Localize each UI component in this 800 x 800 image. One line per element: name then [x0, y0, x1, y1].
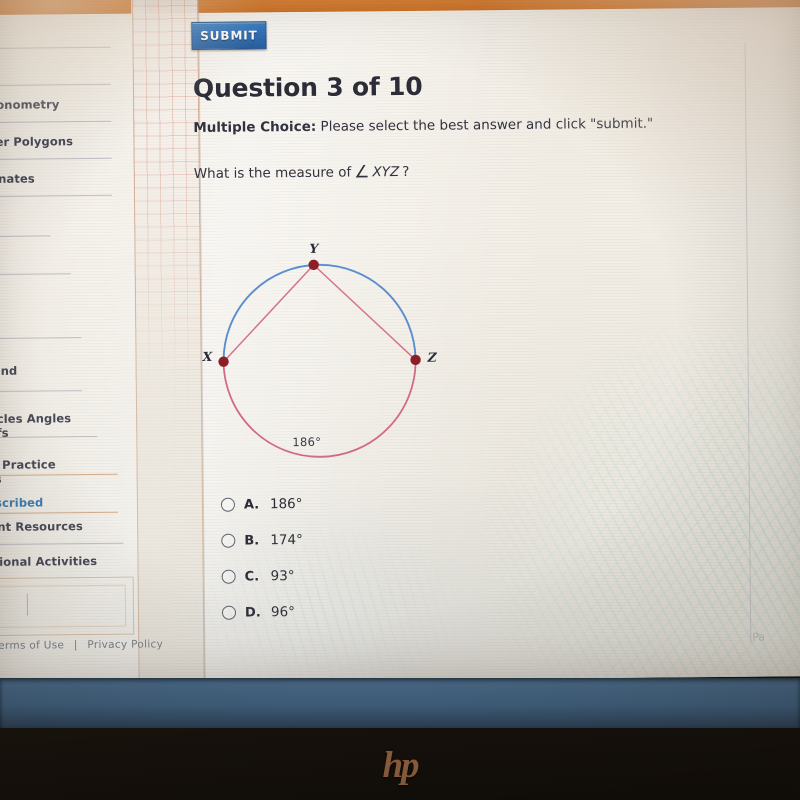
laptop-screen: …ofs …nd Trigonometry …nd Other Polygons… [0, 0, 800, 684]
sidebar-divider [0, 542, 124, 546]
question-instruction: Multiple Choice: Please select the best … [193, 116, 653, 136]
radio-button-icon[interactable] [220, 497, 236, 512]
sidebar-item-additional-activities[interactable]: …: Additional Activities [0, 553, 132, 570]
footer-separator: | [73, 639, 78, 652]
sidebar-panel-inner [0, 584, 127, 629]
point-label-y: Y [309, 240, 319, 256]
privacy-policy-link[interactable]: Privacy Policy [87, 638, 163, 651]
sidebar-item-coordinates[interactable]: … Coordinates [0, 171, 128, 187]
sidebar-item-circle[interactable]: …rcle? [0, 208, 128, 224]
point-x [218, 356, 229, 367]
circle-diagram-svg [218, 259, 421, 458]
option-a[interactable]: A. 186° [220, 493, 303, 516]
hp-logo-text: hp [382, 744, 419, 786]
sidebar-item-label: …nd Trigonometry [0, 97, 60, 113]
os-taskbar [0, 678, 800, 728]
point-label-x: X [202, 348, 213, 364]
sidebar-item-trigonometry[interactable]: …nd Trigonometry [0, 97, 127, 113]
radio-button-icon[interactable] [221, 569, 236, 584]
page-title: Question 3 of 10 [192, 71, 423, 104]
minor-arc-path [222, 263, 417, 362]
instruction-text: Please select the best answer and click … [320, 115, 654, 135]
instruction-type-label: Multiple Choice: [193, 118, 317, 137]
sidebar-item-label: …: Additional Activities [0, 553, 98, 570]
option-letter: A. [243, 496, 260, 513]
chord-yz [313, 264, 417, 361]
sidebar-item-student-resources[interactable]: … Student Resources [0, 519, 131, 535]
sidebar-item-label: …nd Other Polygons [0, 134, 74, 150]
radio-button-icon[interactable] [221, 533, 236, 548]
prompt-question-mark: ? [402, 163, 410, 181]
sidebar-divider [0, 83, 111, 87]
option-letter: B. [244, 532, 260, 549]
option-value: 174° [270, 531, 303, 549]
brand-logo: hp [0, 735, 800, 795]
course-sidebar: …ofs …nd Trigonometry …nd Other Polygons… [0, 15, 138, 646]
sidebar-divider [0, 194, 112, 198]
sidebar-divider [0, 157, 112, 161]
option-letter: D. [244, 604, 261, 621]
sidebar-item-polygons[interactable]: …nd Other Polygons [0, 134, 128, 150]
option-value: 93° [270, 568, 295, 585]
sidebar-divider [0, 120, 112, 124]
sidebar-item-label: …ngles and [0, 363, 18, 378]
radio-button-icon[interactable] [221, 605, 237, 620]
question-panel: SUBMIT Question 3 of 10 Multiple Choice:… [191, 8, 800, 674]
sidebar-item-arc-relationships[interactable]: … Arc …nips [0, 289, 129, 333]
point-label-z: Z [427, 349, 437, 365]
option-c[interactable]: C. 93° [221, 565, 295, 588]
prompt-text: What is the measure of [193, 164, 352, 183]
sidebar-divider [0, 235, 51, 238]
option-b[interactable]: B. 174° [221, 529, 303, 552]
option-value: 186° [269, 495, 303, 513]
arc-measure-label: 186° [292, 434, 322, 450]
sidebar-item-proofs[interactable]: …ofs [0, 23, 126, 39]
angle-symbol-icon: ∠ [354, 162, 370, 183]
point-z [410, 354, 421, 366]
option-value: 96° [270, 604, 295, 621]
circle-diagram: Y X Z 186° [190, 201, 473, 474]
submit-button-label: SUBMIT [200, 28, 258, 43]
terms-of-use-link[interactable]: Terms of Use [0, 639, 64, 652]
submit-button[interactable]: SUBMIT [191, 21, 267, 51]
sidebar-panel-tick [26, 593, 29, 616]
sidebar-divider [0, 46, 111, 50]
sidebar-item-label: … Coordinates [0, 171, 35, 187]
point-y [308, 259, 319, 271]
option-d[interactable]: D. 96° [221, 601, 295, 624]
answer-options: A. 186° B. 174° C. 93° D. 96° [220, 491, 551, 620]
sidebar-item-study-circles-angles-proofs[interactable]: …dy: Circles Angles …d Proofs [0, 397, 130, 441]
sidebar-item-label: … Student Resources [0, 519, 84, 535]
sidebar-item-angles-and[interactable]: …ngles and [0, 349, 130, 379]
photo-scene: …ofs …nd Trigonometry …nd Other Polygons… [0, 0, 800, 800]
sidebar-divider [0, 273, 71, 276]
angle-name: XYZ [372, 164, 400, 181]
sidebar-divider [0, 337, 82, 340]
question-prompt: What is the measure of ∠ XYZ ? [193, 162, 410, 183]
sidebar-divider [0, 390, 82, 393]
option-letter: C. [244, 568, 260, 585]
